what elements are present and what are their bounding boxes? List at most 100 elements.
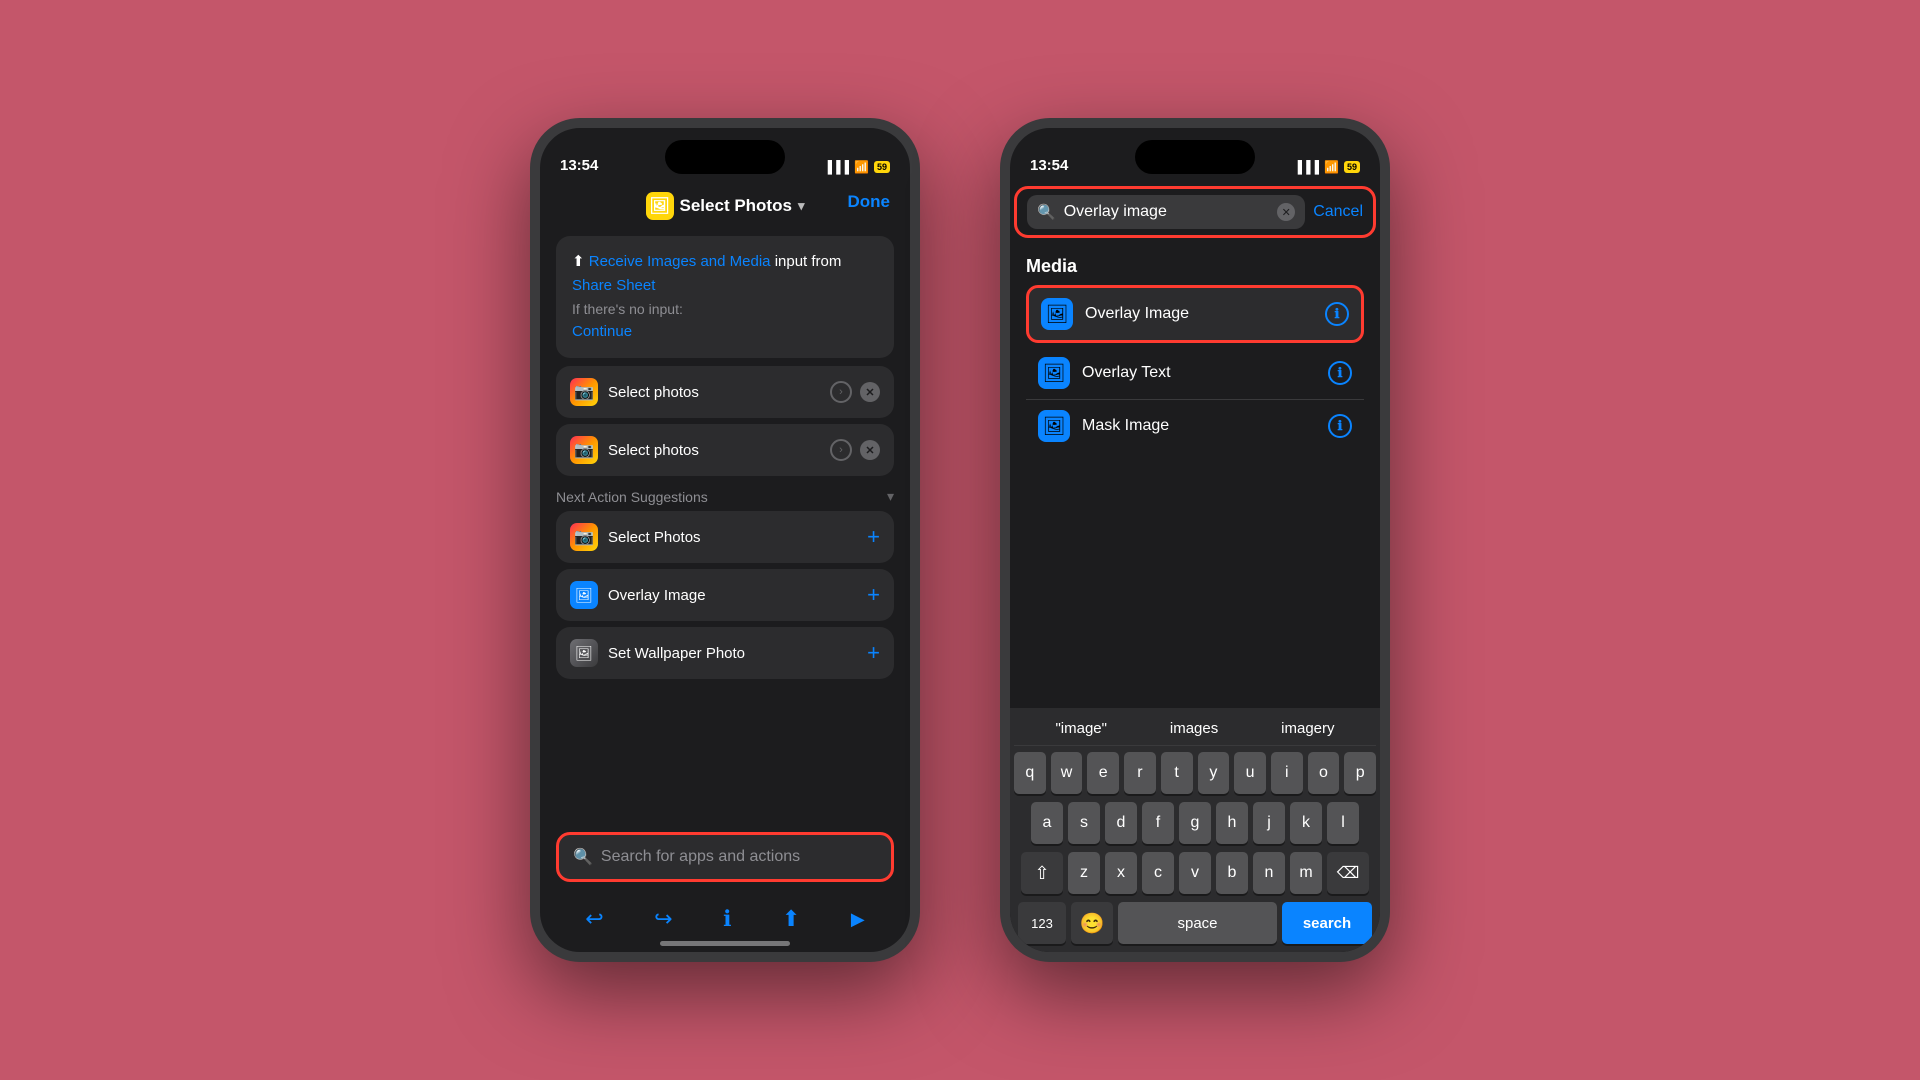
suggestion-quoted[interactable]: "image" <box>1055 720 1107 737</box>
key-y[interactable]: y <box>1198 752 1230 794</box>
keyboard-row-2: a s d f g h j k l <box>1014 802 1376 844</box>
shortcuts-app-icon: 🖼 <box>646 192 674 220</box>
key-i[interactable]: i <box>1271 752 1303 794</box>
info-icon[interactable]: ℹ <box>723 906 731 932</box>
arrow-circle-2: › <box>830 439 852 461</box>
result-mask-image[interactable]: 🖼 Mask Image ℹ <box>1026 400 1364 452</box>
dynamic-island-right <box>1135 140 1255 174</box>
key-l[interactable]: l <box>1327 802 1359 844</box>
input-from-label: input from <box>775 253 842 270</box>
key-u[interactable]: u <box>1234 752 1266 794</box>
key-globe[interactable]: 🌐 <box>1030 958 1055 962</box>
sug-left-2: 🖼 Overlay Image <box>570 581 706 609</box>
key-g[interactable]: g <box>1179 802 1211 844</box>
key-w[interactable]: w <box>1051 752 1083 794</box>
key-k[interactable]: k <box>1290 802 1322 844</box>
play-icon[interactable]: ▶ <box>851 909 865 930</box>
search-input-icon: 🔍 <box>1037 203 1056 221</box>
if-no-input-label: If there's no input: <box>572 298 878 320</box>
suggestion-overlay-image[interactable]: 🖼 Overlay Image + <box>556 569 894 621</box>
key-d[interactable]: d <box>1105 802 1137 844</box>
shortcuts-title: 🖼 Select Photos ▾ <box>646 192 805 220</box>
undo-icon[interactable]: ↩ <box>585 906 603 932</box>
key-r[interactable]: r <box>1124 752 1156 794</box>
key-mic[interactable]: 🎤 <box>1335 958 1360 962</box>
add-overlay-image-btn[interactable]: + <box>867 582 880 608</box>
key-j[interactable]: j <box>1253 802 1285 844</box>
key-b[interactable]: b <box>1216 852 1248 894</box>
key-search[interactable]: search <box>1282 902 1372 944</box>
search-query: Overlay image <box>1064 203 1270 221</box>
suggestion-select-photos[interactable]: 📷 Select Photos + <box>556 511 894 563</box>
redo-icon[interactable]: ↪ <box>654 906 672 932</box>
overlay-text-icon: 🖼 <box>1038 357 1070 389</box>
done-button[interactable]: Done <box>848 192 891 212</box>
select-photos-row-1[interactable]: 📷 Select photos › ✕ <box>556 366 894 418</box>
left-phone: 13:54 ▐▐▐ 📶 59 🖼 Select Photos ▾ Done ⬆ … <box>530 118 920 962</box>
continue-label[interactable]: Continue <box>572 320 878 344</box>
key-e[interactable]: e <box>1087 752 1119 794</box>
key-123[interactable]: 123 <box>1018 902 1066 944</box>
key-c[interactable]: c <box>1142 852 1174 894</box>
images-media-label: Images and Media <box>647 253 770 270</box>
key-t[interactable]: t <box>1161 752 1193 794</box>
close-btn-1[interactable]: ✕ <box>860 382 880 402</box>
sug-overlay-icon: 🖼 <box>570 581 598 609</box>
select-photos-label-1: Select photos <box>608 384 699 401</box>
key-n[interactable]: n <box>1253 852 1285 894</box>
result-overlay-image[interactable]: 🖼 Overlay Image ℹ <box>1026 285 1364 343</box>
sug-photos-icon: 📷 <box>570 523 598 551</box>
suggestion-set-wallpaper[interactable]: 🖼 Set Wallpaper Photo + <box>556 627 894 679</box>
select-photos-row-2[interactable]: 📷 Select photos › ✕ <box>556 424 894 476</box>
share-sheet-label: Share Sheet <box>572 277 655 294</box>
keyboard: "image" images imagery q w e r t y u i o… <box>1010 708 1380 962</box>
key-delete[interactable]: ⌫ <box>1327 852 1369 894</box>
keyboard-suggestions-row: "image" images imagery <box>1014 714 1376 746</box>
status-icons-right: ▐▐▐ 📶 59 <box>1294 160 1360 174</box>
key-q[interactable]: q <box>1014 752 1046 794</box>
search-clear-button[interactable]: ✕ <box>1277 203 1295 221</box>
battery-left: 59 <box>874 161 890 173</box>
key-x[interactable]: x <box>1105 852 1137 894</box>
close-btn-2[interactable]: ✕ <box>860 440 880 460</box>
key-emoji[interactable]: 😊 <box>1071 902 1113 944</box>
key-z[interactable]: z <box>1068 852 1100 894</box>
key-v[interactable]: v <box>1179 852 1211 894</box>
key-p[interactable]: p <box>1344 752 1376 794</box>
keyboard-row-5: 🌐 🎤 <box>1014 952 1376 962</box>
key-a[interactable]: a <box>1031 802 1063 844</box>
shortcuts-screen: 🖼 Select Photos ▾ Done ⬆ Receive Images … <box>540 182 910 952</box>
sug-wallpaper-label: Set Wallpaper Photo <box>608 645 745 662</box>
key-m[interactable]: m <box>1290 852 1322 894</box>
photos-icon-1: 📷 <box>570 378 598 406</box>
overlay-text-info-btn[interactable]: ℹ <box>1328 361 1352 385</box>
add-select-photos-btn[interactable]: + <box>867 524 880 550</box>
suggestion-images[interactable]: images <box>1170 720 1218 737</box>
bottom-toolbar: ↩ ↪ ℹ ⬆ ▶ <box>540 906 910 932</box>
status-icons-left: ▐▐▐ 📶 59 <box>824 160 890 174</box>
share-icon[interactable]: ⬆ <box>782 906 800 932</box>
action-search-bar[interactable]: 🔍 Search for apps and actions <box>556 832 894 882</box>
suggestions-label: Next Action Suggestions <box>556 489 708 505</box>
time-left: 13:54 <box>560 157 598 174</box>
key-f[interactable]: f <box>1142 802 1174 844</box>
key-space[interactable]: space <box>1118 902 1277 944</box>
search-input-field[interactable]: 🔍 Overlay image ✕ <box>1027 195 1305 229</box>
result-overlay-text[interactable]: 🖼 Overlay Text ℹ <box>1026 347 1364 400</box>
key-shift[interactable]: ⇧ <box>1021 852 1063 894</box>
sug-left-3: 🖼 Set Wallpaper Photo <box>570 639 745 667</box>
key-o[interactable]: o <box>1308 752 1340 794</box>
key-h[interactable]: h <box>1216 802 1248 844</box>
key-s[interactable]: s <box>1068 802 1100 844</box>
keyboard-row-3: ⇧ z x c v b n m ⌫ <box>1014 852 1376 894</box>
result-left-2: 🖼 Overlay Text <box>1038 357 1171 389</box>
add-wallpaper-btn[interactable]: + <box>867 640 880 666</box>
suggestion-imagery[interactable]: imagery <box>1281 720 1334 737</box>
mask-image-info-btn[interactable]: ℹ <box>1328 414 1352 438</box>
overlay-image-info-btn[interactable]: ℹ <box>1325 302 1349 326</box>
home-indicator-left <box>660 941 790 946</box>
mask-image-icon: 🖼 <box>1038 410 1070 442</box>
cancel-button[interactable]: Cancel <box>1313 203 1363 221</box>
title-chevron-icon: ▾ <box>798 198 805 214</box>
search-screen: 🔍 Overlay image ✕ Cancel Media 🖼 Overlay… <box>1010 182 1380 962</box>
